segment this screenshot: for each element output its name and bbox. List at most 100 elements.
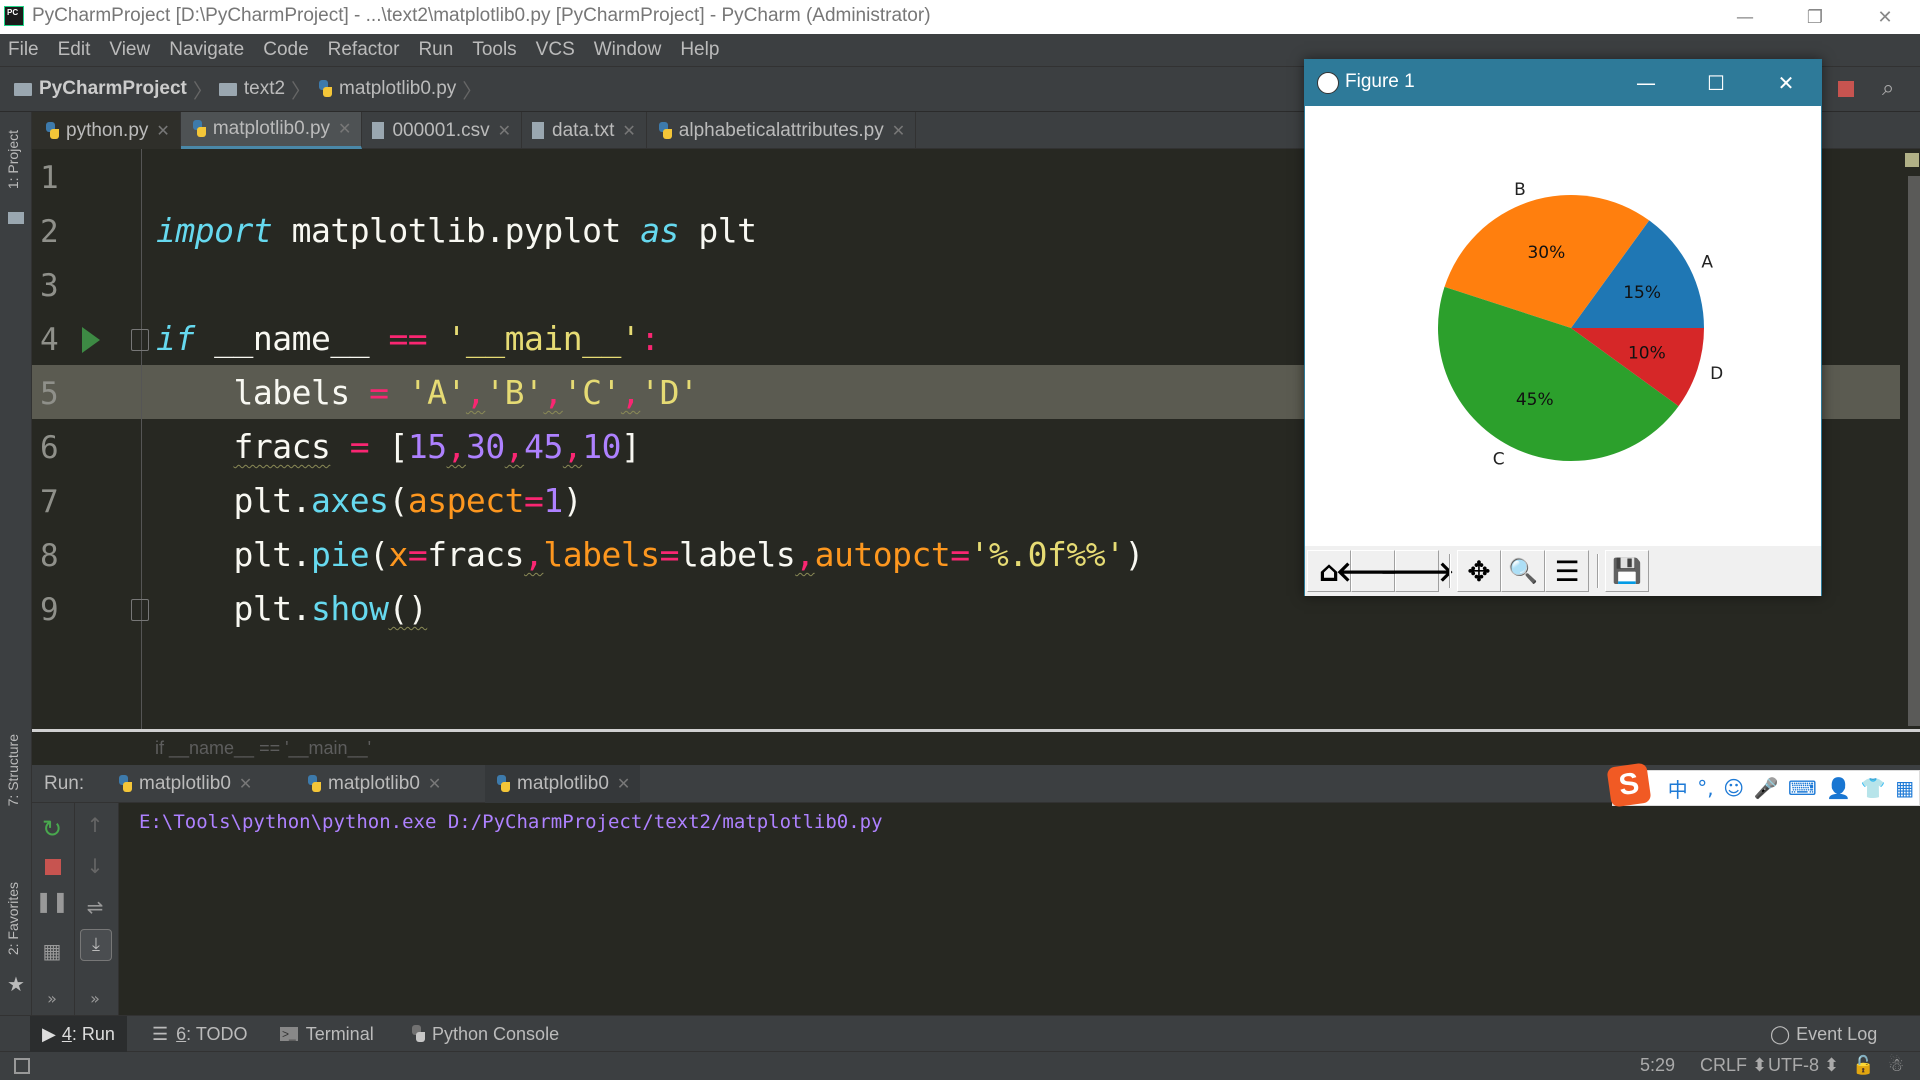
line-number: 8 [40,538,59,574]
menu-tools[interactable]: Tools [472,39,516,61]
menu-run[interactable]: Run [418,39,453,61]
menu-navigate[interactable]: Navigate [169,39,244,61]
ime-voice-icon[interactable]: 🎤 [1754,776,1779,800]
star-icon: ★ [7,972,25,996]
tab-matplotlib0-py[interactable]: matplotlib0.py ✕ [180,112,363,149]
close-tab-icon[interactable]: ✕ [617,774,630,794]
search-icon[interactable]: ⌕ [1882,75,1894,101]
menu-vcs[interactable]: VCS [536,39,575,61]
ime-chinese-mode-icon[interactable]: 中 [1668,774,1688,803]
breadcrumb-project[interactable]: PyCharmProject 〉 [14,75,213,104]
menu-window[interactable]: Window [594,39,662,61]
editor-breadcrumb[interactable]: if __name__ == '__main__' [32,729,1920,765]
figure-title-bar[interactable]: Figure 1 — ☐ ✕ [1305,60,1821,106]
pause-icon[interactable]: ❚❚ [32,889,72,913]
figure-maximize-button[interactable]: ☐ [1681,60,1751,106]
tool-tab-terminal[interactable]: >_ Terminal [268,1016,386,1052]
breadcrumb-folder[interactable]: text2 〉 [218,75,311,104]
run-tab-active[interactable]: matplotlib0 ✕ [485,765,641,803]
menu-file[interactable]: File [8,39,39,61]
structure-tool-button[interactable]: 7: Structure [5,734,21,806]
event-log-button[interactable]: ◯ Event Log [1758,1016,1889,1052]
error-stripe[interactable] [1900,149,1920,729]
stop-icon[interactable] [1838,81,1854,97]
run-console[interactable]: E:\Tools\python\python.exe D:/PyCharmPro… [119,803,1920,1015]
minimize-button[interactable]: — [1710,0,1780,34]
inspector-icon[interactable]: ☃ [1888,1055,1904,1076]
line-number: 3 [40,268,59,304]
pycharm-logo-icon: PC [4,6,24,26]
close-tab-icon[interactable]: ✕ [498,121,511,141]
tool-tab-todo[interactable]: ☰ 6: TODO [140,1016,260,1052]
configure-subplots-button[interactable]: ☰ [1545,550,1589,592]
menu-edit[interactable]: Edit [58,39,91,61]
restore-button[interactable]: ❐ [1780,0,1850,34]
run-tab-label: matplotlib0 [517,773,609,794]
folder-icon [14,82,32,96]
pie-label-B: B [1514,180,1526,200]
down-arrow-icon[interactable]: ↓ [75,854,115,878]
close-tab-icon[interactable]: ✕ [338,119,351,139]
up-arrow-icon[interactable]: ↑ [75,813,115,837]
line-separator-selector[interactable]: CRLF ⬍ [1700,1055,1767,1076]
menu-code[interactable]: Code [263,39,308,61]
code-line-9: plt.show() [233,589,428,628]
tab-000001-csv[interactable]: 000001.csv ✕ [362,112,523,149]
fold-end-icon[interactable] [131,599,149,621]
ime-skin-icon[interactable]: 👕 [1861,776,1886,800]
encoding-selector[interactable]: UTF-8 ⬍ [1768,1055,1839,1076]
stop-icon[interactable] [45,859,61,875]
run-tab[interactable]: matplotlib0 ✕ [107,765,262,803]
menu-help[interactable]: Help [680,39,719,61]
tool-tab-python-console[interactable]: Python Console [398,1016,571,1052]
pie-label-D: D [1710,364,1723,384]
close-tab-icon[interactable]: ✕ [892,121,905,141]
ime-emoji-icon[interactable]: ☺ [1723,776,1744,800]
soft-wrap-icon[interactable]: ⇌ [75,895,115,919]
close-tab-icon[interactable]: ✕ [622,121,635,141]
breadcrumb-file[interactable]: matplotlib0.py 〉 [317,75,482,104]
more-icon[interactable]: » [32,989,72,1008]
python-icon [117,775,133,793]
pan-button[interactable]: ✥ [1457,550,1501,592]
close-tab-icon[interactable]: ✕ [156,121,169,141]
run-gutter-icon[interactable] [82,327,100,353]
ime-user-icon[interactable]: 👤 [1826,776,1851,800]
ime-keyboard-icon[interactable]: ⌨ [1788,776,1817,800]
balloon-icon: ◯ [1770,1023,1791,1044]
save-button[interactable]: 💾 [1605,550,1649,592]
lock-icon[interactable]: 🔓 [1852,1055,1874,1076]
forward-button[interactable]: 🡒 [1379,550,1455,592]
favorites-tool-button[interactable]: 2: Favorites [5,882,21,955]
run-tab[interactable]: matplotlib0 ✕ [296,765,451,803]
more-icon[interactable]: » [75,989,115,1008]
menu-view[interactable]: View [109,39,150,61]
project-tool-button[interactable]: 1: Project [5,130,21,189]
ime-punctuation-icon[interactable]: °, [1697,776,1713,800]
menu-refactor[interactable]: Refactor [328,39,400,61]
close-tab-icon[interactable]: ✕ [428,774,441,794]
fold-icon[interactable] [131,329,149,351]
figure-minimize-button[interactable]: — [1611,60,1681,106]
toggle-tool-windows-icon[interactable] [14,1058,30,1074]
rerun-icon[interactable]: ↻ [32,815,72,843]
scroll-to-end-icon[interactable]: ⤓ [80,929,112,961]
tab-alphabeticalattributes-py[interactable]: alphabeticalattributes.py ✕ [647,112,917,149]
tab-python-py[interactable]: python.py ✕ [32,112,181,149]
layout-icon[interactable]: ▦ [32,939,72,963]
line-number: 5 [40,376,59,412]
tab-data-txt[interactable]: data.txt ✕ [522,112,647,149]
zoom-button[interactable]: 🔍 [1501,550,1545,592]
list-icon: ☰ [152,1023,169,1044]
close-tab-icon[interactable]: ✕ [239,774,252,794]
close-button[interactable]: ✕ [1850,0,1920,34]
sogou-logo-icon[interactable]: S [1606,762,1652,808]
caret-position[interactable]: 5:29 [1640,1055,1675,1076]
figure-close-button[interactable]: ✕ [1751,60,1821,106]
tool-tab-run[interactable]: ▶ 4: Run [30,1016,127,1052]
ime-toolbox-icon[interactable]: ▦ [1895,776,1914,800]
python-file-icon [657,121,673,140]
toolbar-separator [1597,554,1599,588]
figure-canvas[interactable]: A 15% B 30% C 45% D 10% [1305,106,1821,546]
editor-scrollbar[interactable] [1908,176,1920,726]
